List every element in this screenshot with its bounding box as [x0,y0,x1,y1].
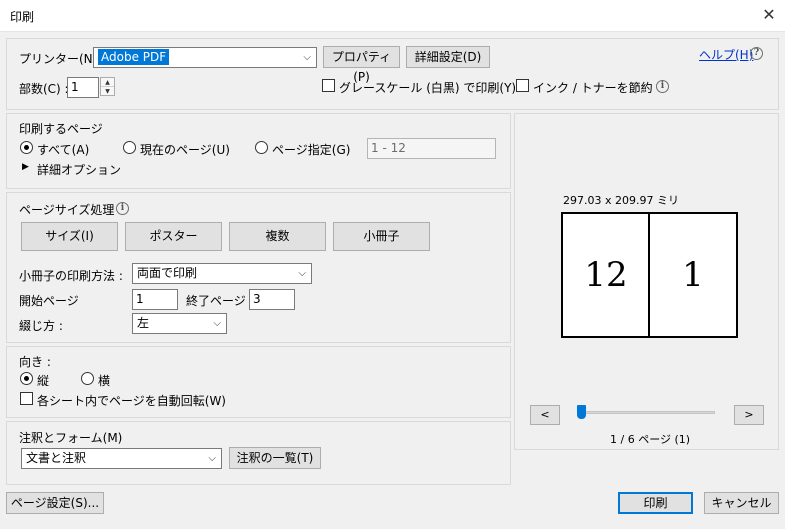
printer-select[interactable]: Adobe PDF ⌵ [93,47,317,68]
copies-stepper[interactable]: ▲ ▼ [100,77,115,96]
close-icon[interactable]: ✕ [758,4,780,26]
booklet-method-value: 両面で印刷 [137,266,198,280]
start-page-label: 開始ページ [19,294,79,308]
auto-rotate-checkbox[interactable] [20,392,33,405]
orientation-title: 向き : [19,355,51,369]
chevron-down-icon: ⌵ [208,453,216,464]
preview-left-page: 12 [584,255,628,295]
radio-page-range-label: ページ指定(G) [272,143,351,157]
cancel-button[interactable]: キャンセル [704,492,779,514]
info-icon[interactable]: i [656,80,669,93]
copies-label: 部数(C) : [19,82,69,96]
printer-selected-value: Adobe PDF [98,49,170,65]
comments-title: 注釈とフォーム(M) [19,431,123,445]
page-sizing-title: ページサイズ処理 [19,203,115,217]
comments-summary-button[interactable]: 注釈の一覧(T) [229,447,321,469]
advanced-button[interactable]: 詳細設定(D) [406,46,490,68]
start-page-input[interactable]: 1 [132,289,178,310]
help-link[interactable]: ヘルプ(H) [699,46,753,63]
tab-poster[interactable]: ポスター [125,222,222,251]
stepper-up-icon[interactable]: ▲ [101,78,114,87]
info-icon[interactable]: i [116,202,129,215]
print-button[interactable]: 印刷 [618,492,693,514]
preview-prev-button[interactable]: < [530,405,560,425]
comments-value: 文書と注釈 [26,451,87,465]
comments-select[interactable]: 文書と注釈 ⌵ [21,448,222,469]
binding-label: 綴じ方 : [19,319,63,333]
radio-portrait[interactable] [20,372,33,385]
binding-select[interactable]: 左 ⌵ [132,313,227,334]
radio-current-page-label: 現在のページ(U) [140,143,230,157]
copies-input[interactable]: 1 [67,77,99,98]
preview-page-indicator: 1 / 6 ページ (1) [610,433,691,446]
chevron-down-icon: ⌵ [298,268,306,279]
radio-landscape[interactable] [81,372,94,385]
preview-slider-thumb[interactable] [577,405,586,419]
grayscale-checkbox[interactable] [322,79,335,92]
more-options-toggle[interactable]: 詳細オプション [37,161,121,178]
expand-triangle-icon[interactable]: ▶ [22,162,29,172]
radio-page-range[interactable] [255,141,268,154]
chevron-down-icon: ⌵ [303,52,311,63]
tab-multiple[interactable]: 複数 [229,222,326,251]
page-range-input[interactable]: 1 - 12 [367,138,496,159]
preview-slider-track[interactable] [580,411,715,414]
preview-next-button[interactable]: > [734,405,764,425]
save-ink-checkbox[interactable] [516,79,529,92]
properties-button[interactable]: プロパティ(P) [323,46,400,84]
tab-size[interactable]: サイズ(I) [21,222,118,251]
radio-all-label: すべて(A) [37,143,90,157]
end-page-label: 終了ページ [186,294,246,308]
grayscale-label: グレースケール (白黒) で印刷(Y) [339,81,517,95]
help-icon[interactable]: ? [750,47,763,60]
preview-dimensions: 297.03 x 209.97 ミリ [563,194,679,207]
binding-value: 左 [137,316,150,330]
end-page-input[interactable]: 3 [249,289,295,310]
chevron-down-icon: ⌵ [213,318,221,329]
preview-right-page: 1 [682,255,704,295]
stepper-down-icon[interactable]: ▼ [101,87,114,96]
pages-title: 印刷するページ [19,122,103,136]
radio-landscape-label: 横 [98,374,111,388]
radio-portrait-label: 縦 [37,374,50,388]
booklet-method-select[interactable]: 両面で印刷 ⌵ [132,263,312,284]
auto-rotate-label: 各シート内でページを自動回転(W) [37,394,226,408]
booklet-method-label: 小冊子の印刷方法 : [19,269,123,283]
tab-booklet[interactable]: 小冊子 [333,222,430,251]
radio-current-page[interactable] [123,141,136,154]
window-title: 印刷 [10,10,35,24]
save-ink-label: インク / トナーを節約 [533,81,653,95]
page-setup-button[interactable]: ページ設定(S)... [6,492,104,514]
title-bar [0,0,785,32]
radio-all[interactable] [20,141,33,154]
